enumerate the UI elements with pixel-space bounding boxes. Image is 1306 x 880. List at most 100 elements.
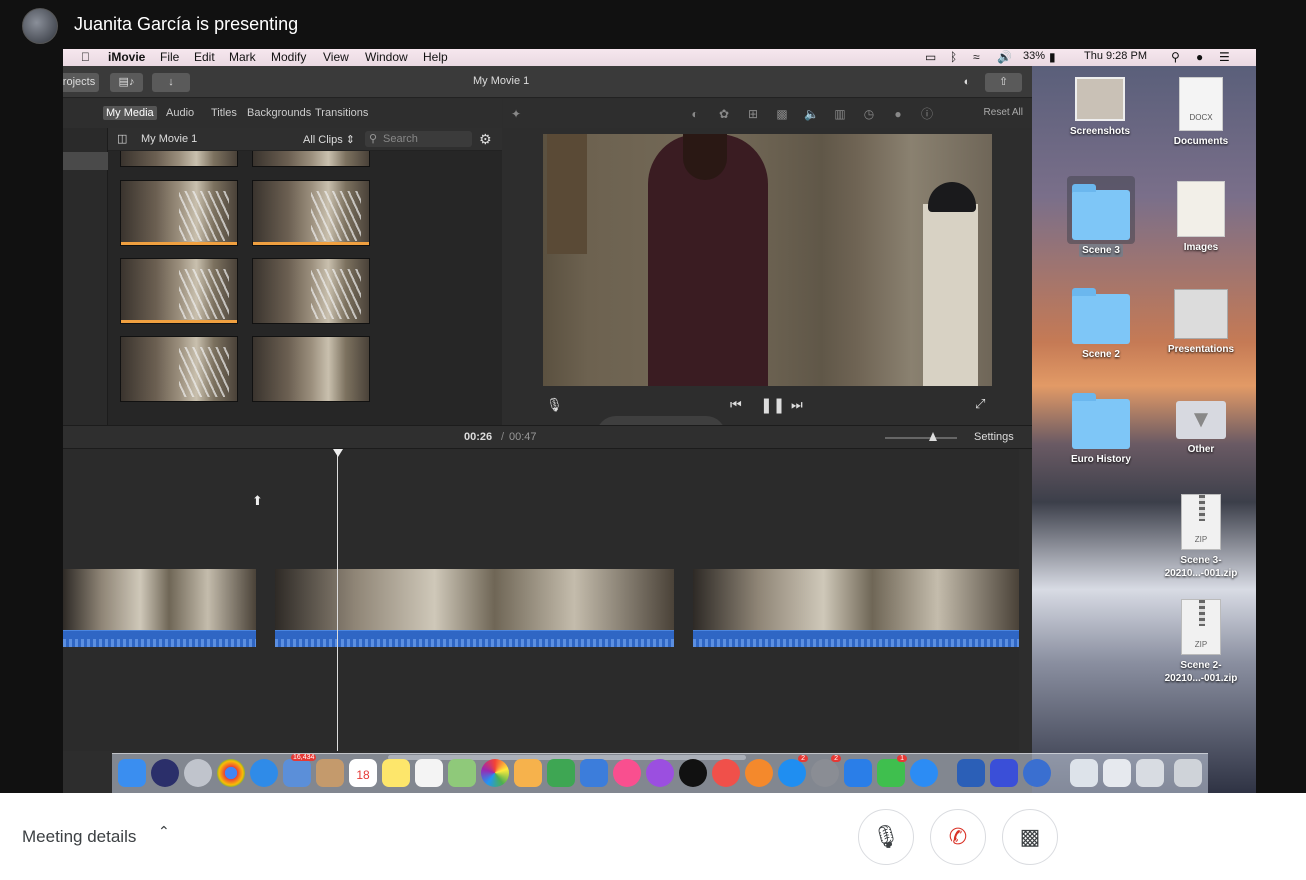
clips-filter-select[interactable]: All Clips ⇕ [303,133,355,146]
vertical-scrollbar[interactable] [1019,449,1032,763]
keynote-icon[interactable] [580,759,608,787]
system-preferences-icon[interactable]: 2 [811,755,841,787]
tab-audio[interactable]: Audio [166,107,194,119]
books-icon[interactable] [745,759,773,787]
stabilization-icon[interactable]: ▩ [775,107,789,121]
crop-icon[interactable]: ⊞ [746,107,760,121]
launchpad-icon[interactable] [184,759,212,787]
media-clip[interactable] [120,180,238,246]
chevron-up-icon[interactable]: ⌃ [158,823,170,840]
media-view-button[interactable]: ▤♪ [110,73,143,92]
wifi-icon[interactable]: ≈ [973,50,980,64]
imovie-dock-icon[interactable] [990,759,1018,787]
gear-icon[interactable]: ⚙ [479,131,492,148]
share-button[interactable]: ⇧ [985,73,1022,92]
siri-icon[interactable]: ● [1196,50,1203,64]
playhead[interactable] [337,449,338,751]
fullscreen-icon[interactable]: ⤢ [975,396,985,412]
podcasts-icon[interactable] [646,759,674,787]
color-correction-icon[interactable]: ✿ [717,107,731,121]
magic-wand-icon[interactable]: ✦ [509,107,523,121]
menu-edit[interactable]: Edit [194,50,215,64]
xcode-icon[interactable] [844,759,872,787]
menubar-clock[interactable]: Thu 9:28 PM [1084,50,1147,62]
media-clip[interactable] [120,258,238,324]
import-button[interactable]: ↓ [152,73,190,92]
skip-back-icon[interactable]: ⏮ [730,397,742,413]
projects-button[interactable]: rojects [63,73,99,92]
screenshot-stack-dock-icon[interactable] [1103,759,1131,787]
enhance-icon[interactable]: ◐ [956,73,978,92]
microphone-icon[interactable]: 🎙 [546,397,563,413]
safari-icon[interactable] [250,759,278,787]
calendar-icon[interactable]: 18 [349,759,377,787]
pause-icon[interactable]: ❚❚ [760,396,785,414]
desktop-icon-presentations[interactable]: Presentations [1156,289,1246,356]
zoom-slider-knob[interactable] [929,432,937,441]
media-clip[interactable] [252,151,370,167]
menu-modify[interactable]: Modify [271,50,306,64]
desktop-icon-scene-3-zip[interactable]: ZIP Scene 3-20210...-001.zip [1156,494,1246,580]
speed-icon[interactable]: ◷ [862,107,876,121]
menu-mark[interactable]: Mark [229,50,256,64]
bluetooth-icon[interactable]: ᛒ [950,50,957,64]
apple-tv-icon[interactable] [679,759,707,787]
search-input[interactable]: ⚲ Search [365,131,472,147]
maps-icon[interactable] [448,759,476,787]
media-clip[interactable] [252,180,370,246]
quicktime-icon[interactable] [1023,759,1051,787]
menu-app-name[interactable]: iMovie [108,50,145,64]
playhead-knob[interactable] [333,449,343,457]
photos-stack-icon[interactable]: 16,434 [283,754,317,787]
microphone-button[interactable]: 🎙 [858,809,914,865]
news-icon[interactable] [712,759,740,787]
desktop-icon-screenshots[interactable]: Screenshots [1055,77,1145,138]
meeting-details-button[interactable]: Meeting details [22,827,136,847]
timeline-settings-button[interactable]: Settings [974,431,1014,443]
tab-my-media[interactable]: My Media [103,106,157,120]
siri-dock-icon[interactable] [151,759,179,787]
volume-icon[interactable]: 🔊 [997,50,1012,64]
menu-file[interactable]: File [160,50,179,64]
word-icon[interactable] [957,759,985,787]
desktop-icon-other[interactable]: ▼ Other [1156,401,1246,456]
sidebar-selected-item[interactable] [63,152,108,170]
pages-icon[interactable] [514,759,542,787]
contacts-icon[interactable] [316,759,344,787]
spotlight-icon[interactable]: ⚲ [1171,50,1180,64]
end-call-button[interactable]: ✆ [930,809,986,865]
equalizer-icon[interactable]: ▥ [833,107,847,121]
menu-view[interactable]: View [323,50,349,64]
trash-icon[interactable] [1174,759,1202,787]
camera-button[interactable]: ▩ [1002,809,1058,865]
desktop-icon-images[interactable]: Images [1156,181,1246,254]
filter-icon[interactable]: ● [891,107,905,121]
skip-forward-icon[interactable]: ⏭ [791,397,803,413]
chrome-icon[interactable] [217,759,245,787]
notes-icon[interactable] [382,759,410,787]
app-store-icon[interactable]: 2 [778,755,808,787]
tab-transitions[interactable]: Transitions [315,107,368,119]
menu-window[interactable]: Window [365,50,408,64]
desktop-icon-scene-2[interactable]: Scene 2 [1056,288,1146,361]
tab-backgrounds[interactable]: Backgrounds [247,107,311,119]
media-clip[interactable] [120,336,238,402]
timeline-clip[interactable] [275,569,674,647]
tab-titles[interactable]: Titles [211,107,237,119]
battery-icon[interactable]: ▮ [1049,50,1056,64]
sidebar-toggle-icon[interactable]: ◫ [117,132,127,145]
color-balance-icon[interactable]: ◐ [688,107,702,121]
messages-icon[interactable] [910,759,938,787]
desktop-icon-documents[interactable]: DOCX Documents [1156,77,1246,148]
facetime-icon[interactable]: 1 [877,755,907,787]
desktop-icon-scene-2-zip[interactable]: ZIP Scene 2-20210...-001.zip [1156,599,1246,685]
media-clip[interactable] [120,151,238,167]
timeline-clip[interactable] [693,569,1019,647]
music-icon[interactable] [613,759,641,787]
menu-help[interactable]: Help [423,50,448,64]
info-icon[interactable]: ⓘ [920,107,934,121]
numbers-icon[interactable] [547,759,575,787]
reminders-icon[interactable] [415,759,443,787]
zoom-slider[interactable] [885,432,957,441]
media-clip[interactable] [252,258,370,324]
